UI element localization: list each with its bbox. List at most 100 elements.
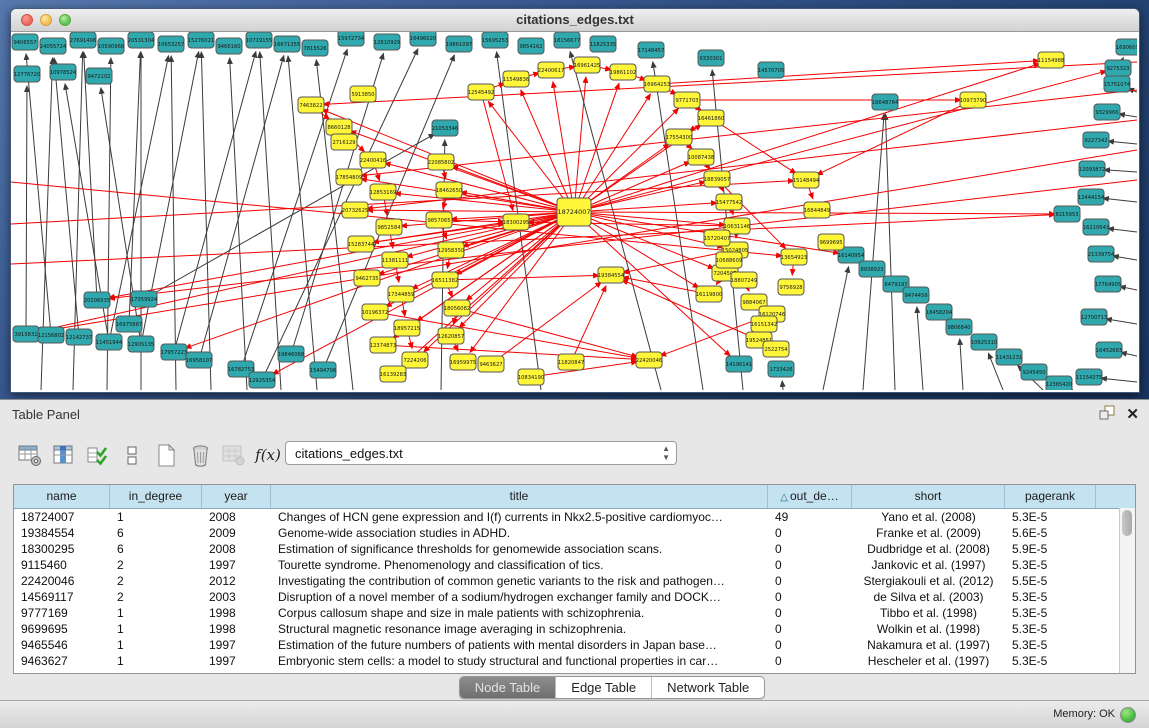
cell-name[interactable]: 19384554	[14, 525, 110, 541]
cell-out_de[interactable]: 0	[768, 621, 852, 637]
cell-pagerank[interactable]: 5.3E-5	[1005, 605, 1096, 621]
import-check-icon[interactable]	[82, 440, 114, 470]
cell-out_de[interactable]: 0	[768, 637, 852, 653]
float-window-icon[interactable]	[1099, 405, 1116, 425]
cell-title[interactable]: Changes of HCN gene expression and I(f) …	[271, 509, 768, 525]
graph-edge[interactable]	[1108, 141, 1137, 144]
graph-edge[interactable]	[571, 286, 606, 362]
graph-edge[interactable]	[273, 212, 574, 374]
table-row[interactable]: 946362711997Embryonic stem cells: a mode…	[14, 653, 1135, 669]
cell-in_degree[interactable]: 6	[110, 541, 202, 557]
cell-in_degree[interactable]: 1	[110, 621, 202, 637]
cell-name[interactable]: 22420046	[14, 573, 110, 589]
cell-in_degree[interactable]: 1	[110, 605, 202, 621]
graph-edge[interactable]	[361, 90, 1137, 176]
graph-edge[interactable]	[84, 52, 97, 300]
column-header-out_de[interactable]: △out_de…	[768, 485, 852, 508]
cell-short[interactable]: Jankovic et al. (1997)	[852, 557, 1005, 573]
memory-ok-icon[interactable]	[1120, 707, 1136, 723]
window-titlebar[interactable]: citations_edges.txt	[11, 9, 1139, 32]
graph-edge[interactable]	[1108, 228, 1137, 232]
window-zoom-icon[interactable]	[59, 14, 71, 26]
window-close-icon[interactable]	[21, 14, 33, 26]
graph-edge[interactable]	[1106, 319, 1137, 324]
cell-year[interactable]: 1997	[202, 637, 271, 653]
graph-edge[interactable]	[574, 77, 586, 212]
cell-title[interactable]: Tourette syndrome. Phenomenology and cla…	[271, 557, 768, 573]
graph-edge[interactable]	[917, 307, 923, 390]
graph-edge[interactable]	[144, 134, 435, 299]
function-fx-icon[interactable]: f(x)	[252, 440, 284, 470]
graph-edge[interactable]	[171, 56, 176, 390]
cell-pagerank[interactable]: 5.5E-5	[1005, 573, 1096, 589]
cell-year[interactable]: 1998	[202, 605, 271, 621]
graph-edge[interactable]	[960, 339, 963, 390]
graph-edge[interactable]	[38, 150, 1137, 332]
cell-year[interactable]: 2009	[202, 525, 271, 541]
graph-edge[interactable]	[26, 54, 51, 335]
graph-edge[interactable]	[230, 58, 247, 390]
cell-short[interactable]: Nakamura et al. (1997)	[852, 637, 1005, 653]
cell-short[interactable]: Yano et al. (2008)	[852, 509, 1005, 525]
graph-edge[interactable]	[622, 280, 759, 340]
graph-edge[interactable]	[1120, 286, 1137, 290]
tab-network-table[interactable]: Network Table	[652, 677, 764, 698]
graph-edge[interactable]	[54, 58, 79, 337]
cell-pagerank[interactable]: 5.3E-5	[1005, 589, 1096, 605]
cell-name[interactable]: 9699695	[14, 621, 110, 637]
table-source-select[interactable]: citations_edges.txt ▲▼	[285, 441, 677, 465]
graph-edge[interactable]	[817, 100, 973, 175]
column-header-title[interactable]: title	[271, 485, 768, 508]
cell-title[interactable]: Corpus callosum shape and size in male p…	[271, 605, 768, 621]
graph-edge[interactable]	[393, 212, 574, 338]
cell-name[interactable]: 9777169	[14, 605, 110, 621]
cell-short[interactable]: Tibbo et al. (1998)	[852, 605, 1005, 621]
graph-edge[interactable]	[782, 381, 783, 390]
cell-pagerank[interactable]: 5.6E-5	[1005, 525, 1096, 541]
cell-in_degree[interactable]: 2	[110, 557, 202, 573]
column-header-year[interactable]: year	[202, 485, 271, 508]
cell-name[interactable]: 14569117	[14, 589, 110, 605]
graph-edge[interactable]	[323, 62, 1137, 104]
graph-edge[interactable]	[129, 52, 140, 324]
table-row[interactable]: 1938455462009Genome-wide association stu…	[14, 525, 1135, 541]
graph-edge[interactable]	[1121, 353, 1137, 356]
cell-out_de[interactable]: 0	[768, 653, 852, 669]
delete-trash-icon[interactable]	[184, 440, 216, 470]
cell-out_de[interactable]: 0	[768, 525, 852, 541]
graph-edge[interactable]	[26, 86, 27, 334]
graph-edge[interactable]	[199, 56, 284, 360]
cell-short[interactable]: Franke et al. (2009)	[852, 525, 1005, 541]
close-icon[interactable]: ✕	[1126, 407, 1139, 423]
cell-name[interactable]: 9115460	[14, 557, 110, 573]
table-row[interactable]: 1456911722003Disruption of a novel membe…	[14, 589, 1135, 605]
cell-title[interactable]: Estimation of the future numbers of pati…	[271, 637, 768, 653]
cell-name[interactable]: 9465546	[14, 637, 110, 653]
graph-edge[interactable]	[553, 82, 574, 212]
cell-pagerank[interactable]: 5.3E-5	[1005, 509, 1096, 525]
graph-edge[interactable]	[1101, 378, 1137, 382]
column-header-name[interactable]: name	[14, 485, 110, 508]
cell-in_degree[interactable]: 2	[110, 589, 202, 605]
cell-out_de[interactable]: 0	[768, 541, 852, 557]
cell-title[interactable]: Structural magnetic resonance image aver…	[271, 621, 768, 637]
new-file-icon[interactable]	[150, 440, 182, 470]
cell-year[interactable]: 2012	[202, 573, 271, 589]
table-row[interactable]: 1830029562008Estimation of significance …	[14, 541, 1135, 557]
cell-title[interactable]: Investigating the contribution of common…	[271, 573, 768, 589]
graph-edge[interactable]	[1119, 114, 1137, 117]
column-header-short[interactable]: short	[852, 485, 1005, 508]
network-canvas[interactable]: 9406557240557242769140610590966205313041…	[11, 32, 1137, 390]
cell-pagerank[interactable]: 5.3E-5	[1005, 557, 1096, 573]
graph-edge[interactable]	[1104, 170, 1137, 172]
graph-edge[interactable]	[1113, 256, 1137, 260]
tab-edge-table[interactable]: Edge Table	[556, 677, 652, 698]
cell-in_degree[interactable]: 6	[110, 525, 202, 541]
graph-edge[interactable]	[1103, 198, 1137, 202]
cell-in_degree[interactable]: 1	[110, 653, 202, 669]
cell-year[interactable]: 1997	[202, 557, 271, 573]
cell-short[interactable]: Stergiakouli et al. (2012)	[852, 573, 1005, 589]
column-select-icon[interactable]	[48, 440, 80, 470]
column-header-pagerank[interactable]: pagerank	[1005, 485, 1096, 508]
cell-out_de[interactable]: 0	[768, 557, 852, 573]
